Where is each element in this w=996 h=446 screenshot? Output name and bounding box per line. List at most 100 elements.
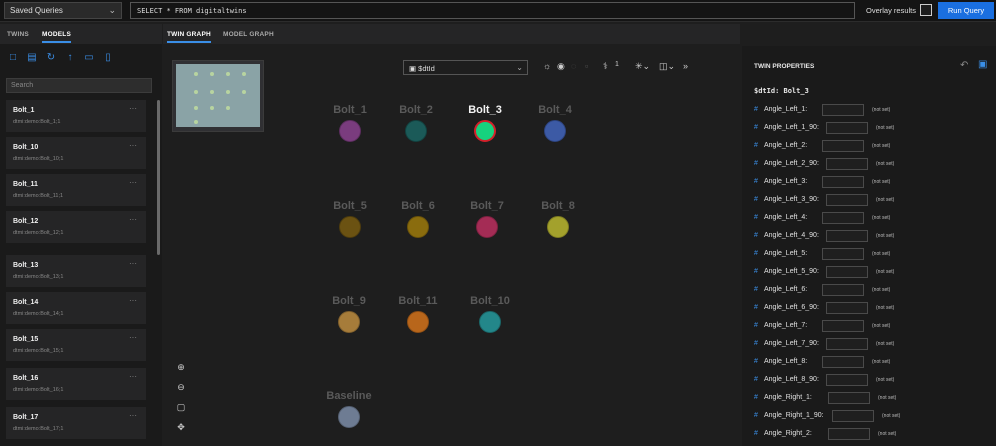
property-input[interactable]	[832, 410, 874, 422]
node-circle[interactable]	[476, 216, 498, 238]
zoom-out-icon[interactable]: ⊖	[172, 379, 190, 395]
model-card[interactable]: Bolt_10 dtmi:demo:Bolt_10;1 ···	[6, 137, 146, 169]
node-circle[interactable]	[479, 311, 501, 333]
tab-model-graph[interactable]: MODEL GRAPH	[223, 31, 274, 38]
property-input[interactable]	[822, 320, 864, 332]
chevron-down-icon: ⌄	[108, 5, 116, 15]
more-options-icon[interactable]: ···	[129, 215, 137, 224]
node-circle[interactable]	[339, 216, 361, 238]
property-input[interactable]	[826, 230, 868, 242]
refresh-icon[interactable]: ↻	[45, 52, 57, 63]
property-input[interactable]	[826, 266, 868, 278]
node-circle[interactable]	[547, 216, 569, 238]
overlay-results-checkbox[interactable]	[920, 4, 932, 16]
property-value: (not set)	[882, 413, 901, 419]
node-circle[interactable]	[407, 216, 429, 238]
model-card[interactable]: Bolt_13 dtmi:demo:Bolt_13;1 ···	[6, 255, 146, 287]
label-select[interactable]: ▣ $dtId ⌄	[403, 60, 528, 75]
more-options-icon[interactable]: ···	[129, 333, 137, 342]
save-icon[interactable]: ▣	[978, 59, 987, 70]
node-circle[interactable]	[474, 120, 496, 142]
property-input[interactable]	[826, 158, 868, 170]
tab-models[interactable]: MODELS	[42, 31, 72, 43]
node-circle[interactable]	[339, 120, 361, 142]
expand-panel-icon[interactable]: »	[683, 61, 688, 71]
delete-icon[interactable]: ▯	[102, 52, 114, 63]
folder-icon[interactable]: ▭	[83, 52, 95, 63]
graph-node[interactable]: Bolt_11	[396, 295, 440, 333]
more-options-icon[interactable]: ···	[129, 411, 137, 420]
model-card[interactable]: Bolt_16 dtmi:demo:Bolt_16;1 ···	[6, 368, 146, 400]
property-input[interactable]	[822, 248, 864, 260]
graph-node[interactable]: Bolt_6	[396, 200, 440, 238]
model-card[interactable]: Bolt_12 dtmi:demo:Bolt_12;1 ···	[6, 211, 146, 243]
node-circle[interactable]	[405, 120, 427, 142]
twin-properties-panel: TWIN PROPERTIES ↶ ▣ $dtId: Bolt_3 # Angle…	[742, 46, 996, 446]
upload-icon[interactable]: ↑	[64, 52, 76, 63]
eye-off-icon[interactable]: ◌	[571, 61, 576, 71]
graph-node[interactable]: Bolt_8	[536, 200, 580, 238]
property-input[interactable]	[826, 194, 868, 206]
property-input[interactable]	[826, 122, 868, 134]
property-name: Angle_Right_1:	[764, 394, 812, 401]
node-circle[interactable]	[338, 311, 360, 333]
models-scrollbar[interactable]	[157, 100, 160, 255]
property-input[interactable]	[822, 356, 864, 368]
query-input[interactable]: SELECT * FROM digitaltwins	[130, 2, 855, 19]
model-card[interactable]: Bolt_11 dtmi:demo:Bolt_11;1 ···	[6, 174, 146, 206]
saved-queries-dropdown[interactable]: Saved Queries ⌄	[4, 2, 122, 19]
tab-twin-graph[interactable]: TWIN GRAPH	[167, 31, 211, 43]
graph-node[interactable]: Bolt_10	[468, 295, 512, 333]
property-input[interactable]	[822, 104, 864, 116]
more-options-icon[interactable]: ···	[129, 178, 137, 187]
show-icon[interactable]: ☼	[543, 61, 551, 71]
expand-icon[interactable]: ▫	[585, 61, 588, 71]
property-input[interactable]	[828, 428, 870, 440]
run-query-button[interactable]: Run Query	[938, 2, 994, 19]
node-circle[interactable]	[544, 120, 566, 142]
model-card[interactable]: Bolt_1 dtmi:demo:Bolt_1;1 ···	[6, 100, 146, 132]
property-input[interactable]	[828, 392, 870, 404]
tab-twins[interactable]: TWINS	[7, 31, 29, 38]
graph-node-selected[interactable]: Bolt_3	[463, 104, 507, 142]
property-input[interactable]	[822, 176, 864, 188]
graph-node[interactable]: Baseline	[323, 390, 375, 428]
graph-node[interactable]: Bolt_4	[533, 104, 577, 142]
layout-icon[interactable]: ✳⌄	[635, 61, 650, 72]
model-name: Bolt_13	[13, 262, 39, 269]
graph-minimap[interactable]	[172, 60, 264, 132]
import-icon[interactable]: ▤	[26, 52, 38, 63]
graph-node[interactable]: Bolt_7	[465, 200, 509, 238]
more-options-icon[interactable]: ···	[129, 141, 137, 150]
graph-node[interactable]: Bolt_2	[394, 104, 438, 142]
more-options-icon[interactable]: ···	[129, 259, 137, 268]
model-card[interactable]: Bolt_15 dtmi:demo:Bolt_15;1 ···	[6, 329, 146, 361]
property-input[interactable]	[822, 212, 864, 224]
property-hash-icon: #	[754, 412, 758, 419]
add-model-icon[interactable]: □	[7, 52, 19, 63]
graph-node[interactable]: Bolt_1	[328, 104, 372, 142]
relationships-icon[interactable]: ⚕	[603, 61, 608, 72]
center-icon[interactable]: ✥	[172, 419, 190, 435]
zoom-in-icon[interactable]: ⊕	[172, 359, 190, 375]
node-circle[interactable]	[407, 311, 429, 333]
model-card[interactable]: Bolt_14 dtmi:demo:Bolt_14;1 ···	[6, 292, 146, 324]
undo-icon[interactable]: ↶	[960, 60, 968, 71]
property-input[interactable]	[822, 284, 864, 296]
property-input[interactable]	[822, 140, 864, 152]
more-options-icon[interactable]: ···	[129, 104, 137, 113]
node-circle[interactable]	[338, 406, 360, 428]
view-icon[interactable]: ◫⌄	[659, 61, 675, 72]
model-card[interactable]: Bolt_17 dtmi:demo:Bolt_17;1 ···	[6, 407, 146, 439]
property-input[interactable]	[826, 338, 868, 350]
models-search-input[interactable]: Search	[6, 78, 152, 93]
property-input[interactable]	[826, 302, 868, 314]
eye-icon[interactable]: ◉	[557, 61, 565, 72]
property-input[interactable]	[826, 374, 868, 386]
graph-node[interactable]: Bolt_5	[328, 200, 372, 238]
more-controls-icon[interactable]: ▬	[172, 439, 190, 446]
graph-node[interactable]: Bolt_9	[327, 295, 371, 333]
more-options-icon[interactable]: ···	[129, 296, 137, 305]
fit-to-screen-icon[interactable]: ▢	[172, 399, 190, 415]
more-options-icon[interactable]: ···	[129, 372, 137, 381]
